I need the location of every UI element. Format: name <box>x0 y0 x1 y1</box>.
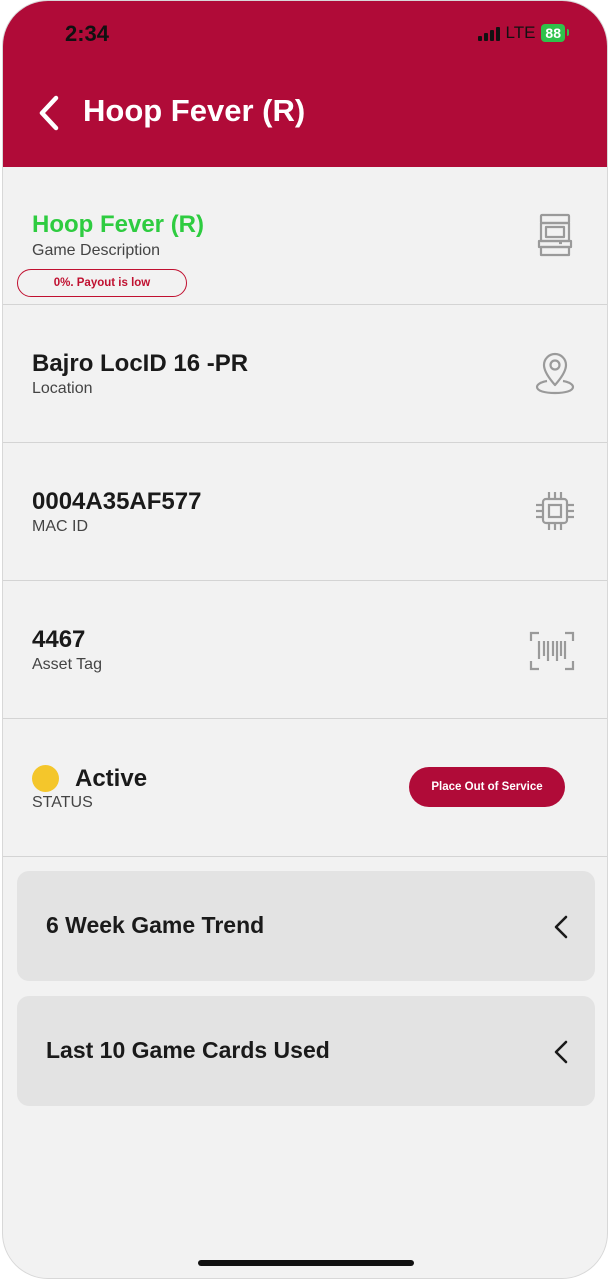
location-label: Location <box>32 380 93 397</box>
chevron-left-icon <box>554 915 568 939</box>
place-out-of-service-button[interactable]: Place Out of Service <box>409 767 565 807</box>
payout-badge: 0%. Payout is low <box>17 269 187 297</box>
mac-row: 0004A35AF577 MAC ID <box>3 443 607 581</box>
status-time: 2:34 <box>65 21 110 46</box>
location-row: Bajro LocID 16 -PR Location <box>3 305 607 443</box>
status-row: Active STATUS Place Out of Service <box>3 719 607 857</box>
page-title: Hoop Fever (R) <box>83 93 306 128</box>
asset-label: Asset Tag <box>32 656 102 673</box>
six-week-trend-card[interactable]: 6 Week Game Trend <box>17 871 595 981</box>
map-pin-icon <box>535 352 575 395</box>
mac-label: MAC ID <box>32 518 88 535</box>
barcode-icon <box>529 631 575 671</box>
app-header: 2:34 LTE 88 Hoop Fever (R) <box>3 1 607 167</box>
mac-value: 0004A35AF577 <box>32 488 202 515</box>
asset-row: 4467 Asset Tag <box>3 581 607 719</box>
status-value: Active <box>75 765 148 792</box>
status-indicator-dot <box>32 765 59 792</box>
game-title: Hoop Fever (R) <box>32 211 205 238</box>
network-type: LTE <box>505 23 536 42</box>
card-label: 6 Week Game Trend <box>46 912 265 938</box>
battery-indicator: 88 <box>541 24 569 42</box>
chevron-left-icon <box>39 95 59 131</box>
signal-icon <box>477 25 500 41</box>
arcade-machine-icon <box>537 213 573 257</box>
back-button[interactable] <box>29 93 69 133</box>
last-game-cards-card[interactable]: Last 10 Game Cards Used <box>17 996 595 1106</box>
game-label: Game Description <box>32 242 161 259</box>
phone-screen: 2:34 LTE 88 Hoop Fever (R) Hoop Fever (R… <box>2 0 608 1279</box>
status-label: STATUS <box>32 794 93 811</box>
asset-value: 4467 <box>32 626 86 653</box>
chip-icon <box>536 492 574 530</box>
card-label: Last 10 Game Cards Used <box>46 1037 330 1063</box>
chevron-left-icon <box>554 1040 568 1064</box>
home-indicator[interactable] <box>198 1260 414 1266</box>
status-indicators: LTE 88 <box>477 23 569 43</box>
game-row: Hoop Fever (R) Game Description 0%. Payo… <box>3 167 607 305</box>
location-value: Bajro LocID 16 -PR <box>32 350 249 377</box>
